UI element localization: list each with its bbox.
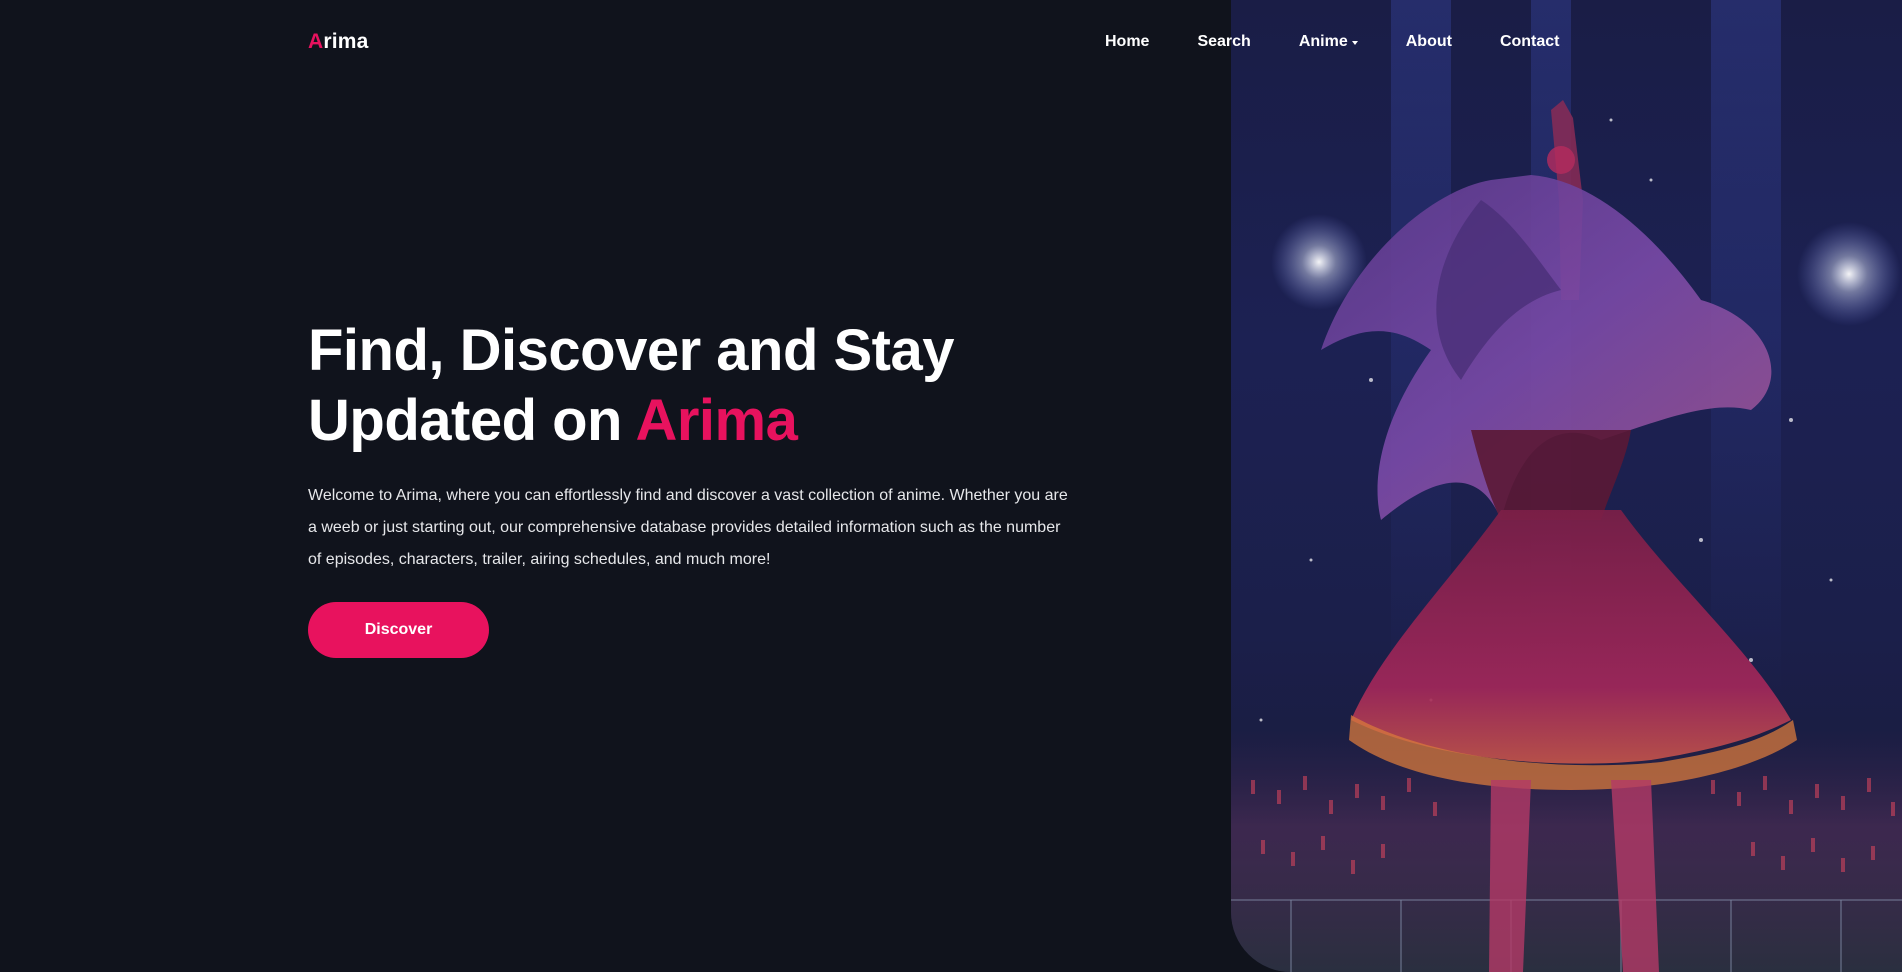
nav-about[interactable]: About bbox=[1406, 33, 1452, 51]
chevron-down-icon bbox=[1351, 40, 1358, 45]
hero-title-accent: Arima bbox=[635, 388, 798, 453]
hero-illustration bbox=[1231, 0, 1902, 972]
brand-logo[interactable]: Arima bbox=[308, 30, 369, 54]
nav-contact[interactable]: Contact bbox=[1500, 33, 1560, 51]
hero-image bbox=[1231, 0, 1902, 972]
discover-button[interactable]: Discover bbox=[308, 602, 489, 658]
hero-title: Find, Discover and Stay Updated on Arima bbox=[308, 316, 1088, 456]
nav-search[interactable]: Search bbox=[1197, 33, 1250, 51]
nav-anime-label: Anime bbox=[1298, 33, 1348, 50]
landing-page: Arima Home Search Anime About Contact Fi… bbox=[0, 0, 1902, 972]
nav-anime-dropdown[interactable]: Anime bbox=[1299, 33, 1358, 51]
hero-section: Find, Discover and Stay Updated on Arima… bbox=[308, 316, 1088, 658]
hero-title-line1: Find, Discover and Stay bbox=[308, 318, 955, 383]
brand-logo-accent: A bbox=[308, 30, 324, 53]
navbar: Arima Home Search Anime About Contact bbox=[0, 0, 1902, 86]
nav-home[interactable]: Home bbox=[1105, 33, 1149, 51]
nav-links: Home Search Anime About Contact bbox=[1105, 33, 1560, 51]
brand-logo-rest: rima bbox=[323, 30, 369, 53]
hero-description: Welcome to Arima, where you can effortle… bbox=[308, 487, 1068, 568]
hero-title-line2-prefix: Updated on bbox=[308, 388, 636, 453]
